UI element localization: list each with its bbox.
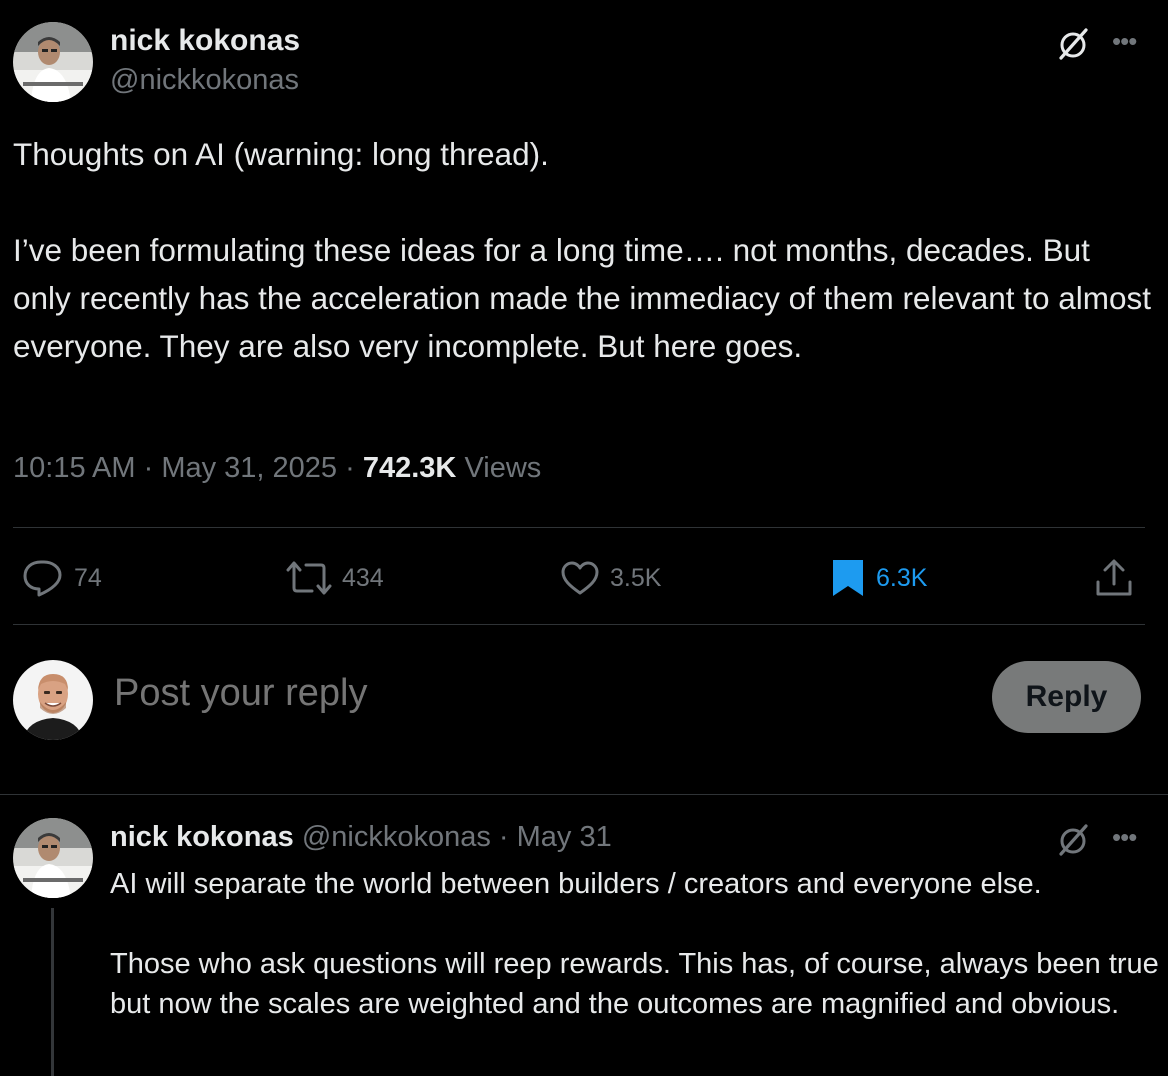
author-avatar[interactable] [13,22,93,102]
repost-action-button[interactable]: 434 [286,556,384,600]
tweet-paragraph: Thoughts on AI (warning: long thread). [13,136,549,172]
divider [13,527,1145,528]
repost-icon [286,558,332,598]
grok-icon[interactable] [1055,26,1091,62]
reply-count: 74 [74,563,102,592]
like-count: 3.5K [610,563,662,592]
bookmark-icon [830,558,866,598]
bookmark-count: 6.3K [876,563,928,592]
thread-date[interactable]: May 31 [517,821,612,853]
heart-icon [560,559,600,597]
thread-paragraph: AI will separate the world between build… [110,868,1042,900]
views-label: Views [464,452,542,484]
meta-separator: · [345,452,355,484]
thread-reply-text: AI will separate the world between build… [110,864,1160,1024]
thread-author-avatar[interactable] [13,818,93,898]
bookmark-action-button[interactable]: 6.3K [830,556,927,600]
tweet-meta: 10:15 AM · May 31, 2025 · 742.3K Views [13,452,541,485]
repost-count: 434 [342,563,384,592]
thread-author-handle[interactable]: @nickkokonas [302,821,491,853]
author-name[interactable]: nick kokonas [110,24,300,58]
thread-author-name[interactable]: nick kokonas [110,821,294,853]
share-action-button[interactable] [1094,556,1134,600]
divider [0,794,1168,795]
reply-input[interactable] [114,672,934,715]
tweet-paragraph: I’ve been formulating these ideas for a … [13,232,1152,364]
reply-icon [22,558,64,598]
thread-reply-header: nick kokonas @nickkokonas · May 31 [110,821,612,854]
user-avatar[interactable] [13,660,93,740]
more-icon[interactable]: ••• [1112,824,1137,850]
tweet-date[interactable]: May 31, 2025 [161,452,337,484]
reply-action-button[interactable]: 74 [22,556,102,600]
thread-connector-line [51,908,54,1076]
meta-separator: · [143,452,154,484]
reply-button[interactable]: Reply [992,661,1141,733]
meta-separator: · [498,821,509,853]
author-handle[interactable]: @nickkokonas [110,64,299,97]
more-icon[interactable]: ••• [1112,28,1137,54]
views-count: 742.3K [362,452,457,484]
share-icon [1094,558,1134,598]
divider [13,624,1145,625]
grok-icon[interactable] [1055,822,1091,858]
thread-paragraph: Those who ask questions will reep reward… [110,948,1159,1020]
tweet-time[interactable]: 10:15 AM [13,452,136,484]
like-action-button[interactable]: 3.5K [560,556,661,600]
tweet-text: Thoughts on AI (warning: long thread). I… [13,130,1153,370]
